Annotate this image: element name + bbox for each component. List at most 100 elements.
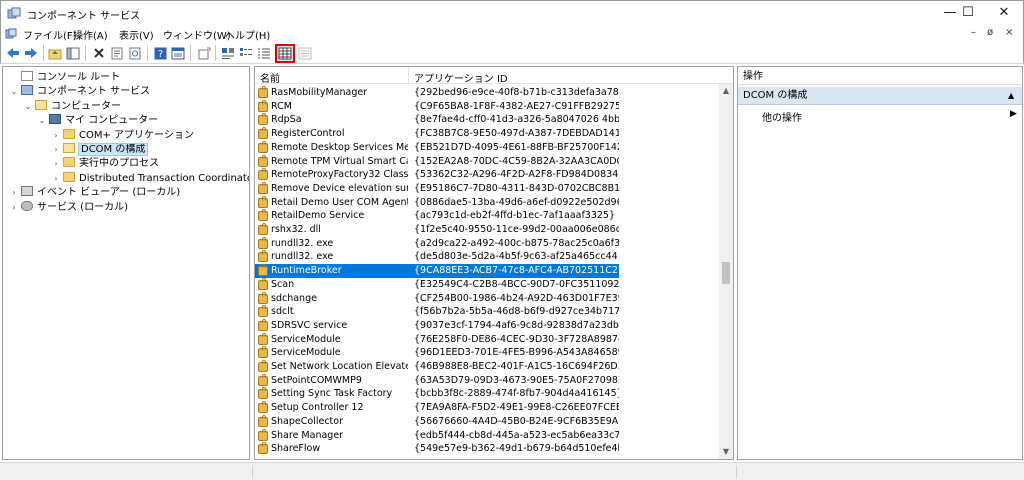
table-row[interactable]: RuntimeBroker {9CA88EE3-ACB7-47c8-AFC4-AB… [255, 264, 619, 278]
table-row[interactable]: Retail Demo User COM Agent {0886dae5-13ba… [255, 195, 619, 210]
column-header-name[interactable]: 名前 [260, 70, 280, 85]
scroll-up-arrow-icon[interactable]: ▲ [719, 84, 733, 98]
tree-item[interactable]: ⌄ コンポーネント サービス [11, 85, 151, 99]
collapse-arrow-icon[interactable]: ▲ [1008, 87, 1014, 105]
submenu-arrow-icon[interactable]: ▶ [1010, 109, 1017, 119]
document-icon[interactable] [5, 28, 17, 40]
table-row[interactable]: Remove Device elevation surro... {E95186C… [255, 181, 619, 196]
table-row[interactable]: Set Network Location Elevated... {46B988E… [255, 360, 619, 374]
app-name-cell: Setup Controller 12 [271, 402, 364, 414]
column-divider[interactable] [408, 67, 409, 84]
table-row[interactable]: RasMobilityManager {292bed96-e9ce-40f8-b7… [255, 86, 619, 100]
scrollbar-thumb[interactable] [722, 262, 730, 284]
table-row[interactable]: ShareFlow {549e57e9-b362-49d1-b679-b64d51… [255, 442, 619, 456]
table-row[interactable]: SetPointCOMWMP9 {63A53D79-09D3-4673-90E5-… [255, 373, 619, 388]
tree-item-label: コンピューター [51, 100, 121, 112]
refresh-icon[interactable] [127, 45, 143, 61]
table-row[interactable]: rundll32. exe {de5d803e-5d2a-4b5f-9c63-af… [255, 250, 619, 264]
expand-chevron-icon[interactable]: › [51, 172, 61, 186]
console-tree[interactable]: コンソール ルート ⌄ コンポーネント サービス ⌄ コンピューター ⌄ マイ コンピュータ… [2, 66, 250, 460]
app-id-cell: {C9F65BA8-1F8F-4382-AE27-C91FFB29275F} [414, 100, 619, 112]
table-row[interactable]: ServiceModule {96D1EED3-701E-4FE5-B996-A5… [255, 346, 619, 360]
app-name-cell: rshx32. dll [271, 224, 321, 235]
mdi-minimize-button[interactable]: – [971, 27, 976, 38]
list-view-icon[interactable] [256, 45, 272, 61]
app-id-cell: {EB521D7D-4095-4E61-88FB-BF25700F142A} [414, 141, 619, 153]
app-name-cell: RemoteProxyFactory32 Class [271, 169, 408, 181]
collapse-chevron-icon[interactable]: ⌄ [9, 85, 19, 99]
detail-view-icon[interactable] [275, 44, 295, 63]
tree-item[interactable]: › サービス (ローカル) [12, 200, 128, 215]
table-row[interactable]: Setup Controller 12 {7EA9A8FA-F5D2-49E1-9… [255, 401, 619, 415]
collapse-chevron-icon[interactable]: ⌄ [23, 100, 33, 114]
dcom-config-list[interactable]: 名前 アプリケーション ID RasMobilityManager {292bed… [254, 66, 734, 460]
table-row[interactable]: sdchange {CF254B00-1986-4b24-A92D-463D01F… [255, 291, 619, 306]
tree-item[interactable]: › COM+ アプリケーション [54, 128, 194, 143]
large-icons-view-icon[interactable] [220, 45, 236, 61]
expand-chevron-icon[interactable]: › [9, 201, 19, 215]
filter-icon[interactable] [297, 45, 313, 61]
table-row[interactable]: Remote TPM Virtual Smart Car... {152EA2A8… [255, 154, 619, 169]
column-header-app-id[interactable]: アプリケーション ID [414, 70, 508, 85]
app-id-cell: {152EA2A8-70DC-4C59-8B2A-32AA3CA0DCAC} [414, 155, 619, 167]
tree-item[interactable]: › 実行中のプロセス [54, 157, 159, 171]
table-row[interactable]: Setting Sync Task Factory {bcbb3f8c-2889-… [255, 387, 619, 401]
new-window-icon[interactable] [196, 45, 212, 61]
more-actions-item[interactable]: 他の操作 [762, 109, 802, 124]
tree-item[interactable]: コンソール ルート [21, 71, 120, 85]
properties-icon[interactable] [109, 45, 125, 61]
table-row[interactable]: Scan {E32549C4-C2B8-4BCC-90D7-0FC3511092B… [255, 277, 619, 292]
app-name-cell: Share Manager [271, 429, 344, 441]
show-hide-tree-icon[interactable] [65, 45, 81, 61]
table-row[interactable]: RetailDemo Service {ac793c1d-eb2f-4ffd-b1… [255, 209, 619, 223]
tree-item[interactable]: › DCOM の構成 [54, 143, 149, 157]
table-row[interactable]: RCM {C9F65BA8-1F8F-4382-AE27-C91FFB29275F… [255, 99, 619, 114]
menu-help[interactable]: ヘルプ(H) [225, 27, 270, 42]
mdi-close-button[interactable]: × [1005, 27, 1013, 38]
tree-item[interactable]: ⌄ マイ コンピューター [39, 114, 158, 128]
expand-chevron-icon[interactable]: › [51, 143, 61, 157]
small-icons-view-icon[interactable] [238, 45, 254, 61]
help-icon[interactable]: ? [152, 45, 168, 61]
table-row[interactable]: Share Manager {edb5f444-cb8d-445a-a523-ec… [255, 428, 619, 443]
table-row[interactable]: SDRSVC service {9037e3cf-1794-4af6-9c8d-9… [255, 318, 619, 333]
table-row[interactable]: rshx32. dll {1f2e5c40-9550-11ce-99d2-00aa… [255, 223, 619, 237]
tree-item[interactable]: › イベント ビューアー (ローカル) [12, 186, 180, 200]
collapse-chevron-icon[interactable]: ⌄ [37, 114, 47, 128]
tree-item[interactable]: ⌄ コンピューター [25, 99, 121, 114]
vertical-scrollbar[interactable]: ▲ ▼ [719, 84, 733, 459]
menu-action[interactable]: 操作(A) [73, 27, 108, 42]
delete-icon[interactable] [91, 45, 107, 61]
table-row[interactable]: rundll32. exe {a2d9ca22-a492-400c-b875-78… [255, 236, 619, 251]
maximize-button[interactable]: ☐ [951, 1, 985, 27]
console-view-icon[interactable] [170, 45, 186, 61]
tree-item-label: コンポーネント サービス [37, 86, 151, 98]
tree-item[interactable]: › Distributed Transaction Coordinator [54, 171, 249, 186]
app-name-cell: RuntimeBroker [271, 265, 342, 277]
toolbar-separator [215, 45, 216, 61]
table-row[interactable]: sdclt {f56b7b2a-5b5a-46d8-b6f9-d927ce34b7… [255, 305, 619, 319]
close-button[interactable]: ✕ [987, 1, 1021, 27]
status-divider [252, 465, 253, 479]
expand-chevron-icon[interactable]: › [51, 157, 61, 171]
scroll-down-arrow-icon[interactable]: ▼ [719, 445, 733, 459]
table-row[interactable]: ShapeCollector {56676660-4A4D-45B0-B24E-9… [255, 414, 619, 429]
table-row[interactable]: RegisterControl {FC38B7C8-9E50-497d-A387-… [255, 127, 619, 141]
table-row[interactable]: Remote Desktop Services Mess... {EB521D7D… [255, 140, 619, 155]
mdi-restore-button[interactable]: ø [987, 27, 993, 38]
table-row[interactable]: RemoteProxyFactory32 Class {53362C32-A296… [255, 168, 619, 182]
menu-window[interactable]: ウィンドウ(W) [163, 27, 231, 42]
forward-icon[interactable] [23, 45, 39, 61]
table-row[interactable]: ServiceModule {76E258F0-DE86-4CEC-9D30-3F… [255, 332, 619, 347]
actions-section-dcom[interactable]: DCOM の構成 ▲ [738, 87, 1022, 105]
expand-chevron-icon[interactable]: › [51, 129, 61, 143]
tree-item-label: DCOM の構成 [77, 143, 149, 156]
menu-view[interactable]: 表示(V) [119, 27, 154, 42]
menu-file[interactable]: ファイル(F) [23, 27, 77, 42]
up-folder-icon[interactable] [47, 45, 63, 61]
back-icon[interactable] [5, 45, 21, 61]
expand-chevron-icon[interactable]: › [9, 186, 19, 200]
table-row[interactable]: RdpSa {8e7fae4d-cff0-41d3-a326-5a8047026 … [255, 113, 619, 127]
app-id-cell: {46B988E8-BEC2-401F-A1C5-16C694F26D3E} [414, 361, 619, 372]
app-name-cell: RasMobilityManager [271, 87, 368, 98]
